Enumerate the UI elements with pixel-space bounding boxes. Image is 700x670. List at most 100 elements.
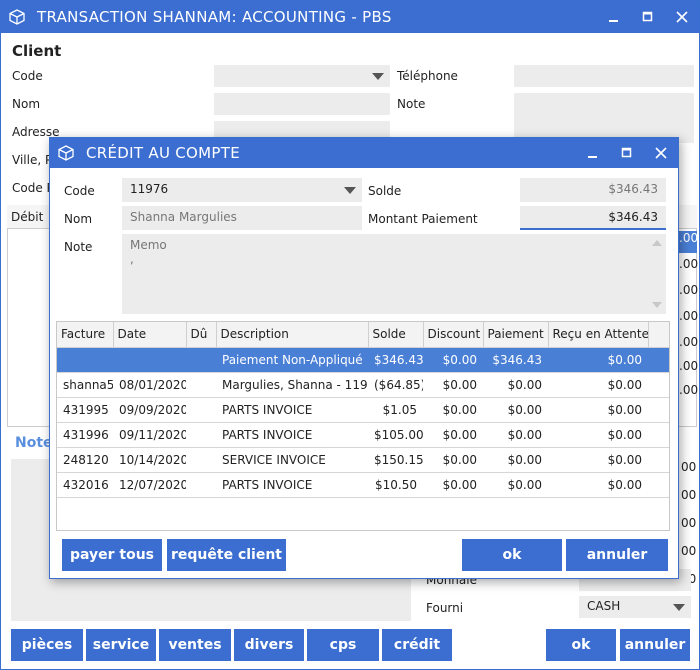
cell-solde: $346.43 — [368, 347, 423, 373]
cell-filler — [648, 472, 669, 498]
cell-paiement: $0.00 — [483, 372, 548, 398]
cell-solde: $1.05 — [368, 397, 423, 423]
cell-paiement: $0.00 — [483, 397, 548, 423]
fourni-combo[interactable]: CASH — [579, 596, 691, 618]
close-icon[interactable] — [665, 1, 699, 33]
cell-solde: ($64.85) — [368, 372, 423, 398]
table-row[interactable]: shanna5 08/01/2020 Margulies, Shanna - 1… — [57, 372, 669, 398]
cell-facture: 432016 — [57, 472, 113, 498]
solde-field: $346.43 — [520, 178, 666, 202]
cell-discount: $0.00 — [423, 447, 483, 473]
cell-facture — [57, 347, 113, 373]
code-postal-label: Code P — [12, 181, 54, 195]
maximize-icon[interactable] — [610, 138, 644, 168]
nom-field[interactable] — [214, 93, 390, 115]
nom-label: Nom — [12, 97, 41, 111]
ok-button[interactable]: ok — [546, 629, 616, 661]
cell-recu: $0.00 — [548, 472, 648, 498]
cell-filler — [648, 447, 669, 473]
cps-button[interactable]: cps — [307, 629, 379, 661]
pieces-button[interactable]: pièces — [11, 629, 83, 661]
amount-fragment: 00 — [681, 544, 697, 558]
telephone-label: Téléphone — [397, 69, 458, 83]
ventes-button[interactable]: ventes — [159, 629, 231, 661]
column-recu-en-attente[interactable]: Reçu en Attente — [548, 322, 649, 348]
column-du[interactable]: Dû — [186, 322, 217, 348]
cell-date — [113, 347, 186, 373]
close-icon[interactable] — [644, 138, 678, 168]
cell-du — [186, 422, 216, 448]
grid-cell-fragment: .00 — [679, 231, 698, 253]
solde-label: Solde — [368, 184, 402, 198]
montant-paiement-input[interactable]: $346.43 — [520, 206, 666, 230]
table-row[interactable]: 248120 10/14/2020 SERVICE INVOICE $150.1… — [57, 447, 669, 473]
debit-column-header: Débit — [11, 210, 44, 224]
montant-paiement-label: Montant Paiement — [368, 212, 478, 226]
minimize-icon[interactable] — [597, 1, 631, 33]
cell-date: 10/14/2020 — [113, 447, 186, 473]
note-line-1: Memo — [130, 238, 167, 252]
dialog-annuler-button[interactable]: annuler — [566, 539, 668, 571]
payer-tous-button[interactable]: payer tous — [62, 539, 162, 571]
table-row[interactable]: Paiement Non-Appliqué $346.43 $0.00 $346… — [57, 347, 669, 373]
column-paiement[interactable]: Paiement — [483, 322, 549, 348]
fourni-value: CASH — [587, 599, 621, 613]
column-facture[interactable]: Facture — [57, 322, 114, 348]
cell-recu: $0.00 — [548, 372, 648, 398]
cell-filler — [648, 372, 669, 398]
dialog-code-value: 11976 — [130, 182, 169, 196]
cell-discount: $0.00 — [423, 372, 483, 398]
cell-du — [186, 397, 216, 423]
dialog-note-field[interactable]: Memo , — [122, 234, 666, 314]
main-window-title: TRANSACTION SHANNAM: ACCOUNTING - PBS — [37, 8, 392, 26]
column-description[interactable]: Description — [216, 322, 369, 348]
telephone-field[interactable] — [514, 65, 694, 87]
grid-cell-fragment: .00 — [679, 359, 699, 373]
annuler-button[interactable]: annuler — [620, 629, 690, 661]
grid-cell-fragment: .00 — [679, 383, 699, 397]
column-solde[interactable]: Solde — [368, 322, 424, 348]
cell-du — [186, 447, 216, 473]
amount-fragment: 00 — [681, 460, 697, 474]
cell-paiement: $0.00 — [483, 472, 548, 498]
grid-cell-fragment: .00 — [679, 309, 699, 323]
column-discount[interactable]: Discount — [423, 322, 484, 348]
credit-button[interactable]: crédit — [382, 629, 452, 661]
dialog-code-combo[interactable]: 11976 — [122, 178, 362, 202]
dialog-nom-label: Nom — [64, 212, 93, 226]
grid-header-row: Facture Date Dû Description Solde Discou… — [57, 322, 669, 348]
cell-facture: 431996 — [57, 422, 113, 448]
cell-du — [186, 372, 216, 398]
note-field[interactable] — [514, 93, 694, 143]
cell-solde: $10.50 — [368, 472, 423, 498]
table-row[interactable]: 431996 09/11/2020 PARTS INVOICE $105.00 … — [57, 422, 669, 448]
cell-recu: $0.00 — [548, 397, 648, 423]
cell-recu: $0.00 — [548, 347, 648, 373]
invoices-grid[interactable]: Facture Date Dû Description Solde Discou… — [56, 321, 670, 531]
maximize-icon[interactable] — [631, 1, 665, 33]
chevron-down-icon — [372, 73, 384, 80]
dialog-ok-button[interactable]: ok — [462, 539, 562, 571]
divers-button[interactable]: divers — [234, 629, 304, 661]
cell-solde: $150.15 — [368, 447, 423, 473]
amount-fragment: 00 — [681, 516, 697, 530]
cell-date: 08/01/2020 — [113, 372, 186, 398]
table-row[interactable]: 431995 09/09/2020 PARTS INVOICE $1.05 $0… — [57, 397, 669, 423]
main-titlebar: TRANSACTION SHANNAM: ACCOUNTING - PBS — [1, 1, 699, 33]
code-combo[interactable] — [214, 65, 390, 87]
scroll-down-icon[interactable] — [652, 302, 662, 308]
note-line-2: , — [130, 252, 134, 266]
table-row[interactable]: 432016 12/07/2020 PARTS INVOICE $10.50 $… — [57, 472, 669, 498]
cell-description: SERVICE INVOICE — [216, 447, 368, 473]
dialog-nom-field[interactable]: Shanna Margulies — [122, 206, 362, 230]
chevron-down-icon — [344, 187, 356, 194]
note-section-title: Note — [15, 435, 53, 451]
grid-cell-fragment: .00 — [679, 283, 699, 297]
scroll-up-icon[interactable] — [652, 240, 662, 246]
service-button[interactable]: service — [86, 629, 156, 661]
cell-date: 09/11/2020 — [113, 422, 186, 448]
cell-facture: 248120 — [57, 447, 113, 473]
requete-client-button[interactable]: requête client — [167, 539, 286, 571]
column-date[interactable]: Date — [113, 322, 187, 348]
minimize-icon[interactable] — [576, 138, 610, 168]
